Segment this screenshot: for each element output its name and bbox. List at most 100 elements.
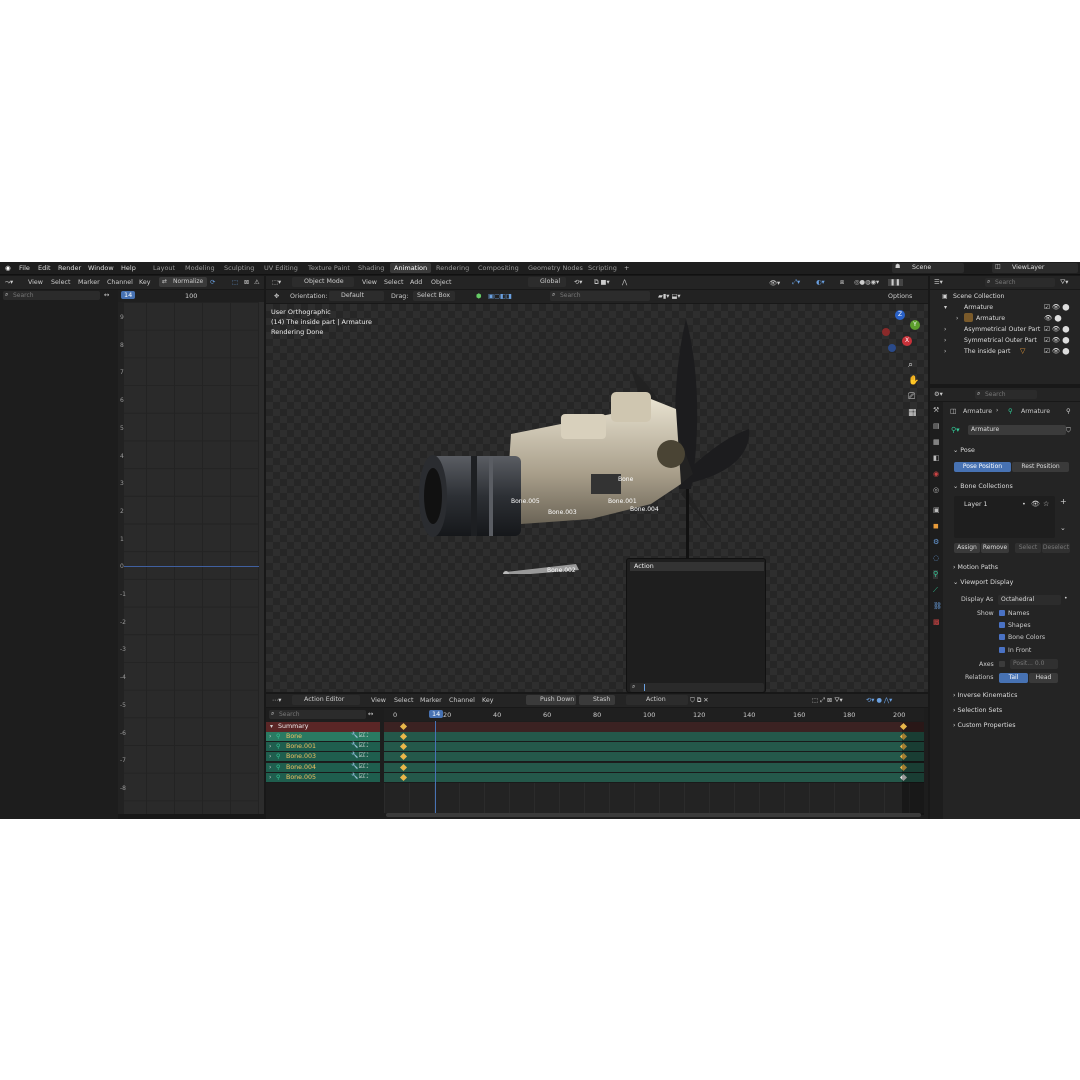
properties-type-icon[interactable]: ⚙▾ [934,391,943,398]
graph-area[interactable] [118,302,260,814]
output-tab-icon[interactable]: ▦ [933,438,940,447]
xray-icon[interactable]: ⧈ [840,279,844,287]
pan-hand-icon[interactable]: ✋ [908,376,919,386]
object-tab-icon[interactable]: ◼ [933,522,939,531]
outliner-filter-icon[interactable]: ⛛▾ [1060,279,1068,287]
expand-icon[interactable]: › [269,753,271,760]
outliner-symmetrical[interactable]: Symmetrical Outer Part [964,337,1037,344]
visibility-icons[interactable]: ☑ 👁 ⬤ [1044,336,1070,344]
navigation-gizmo[interactable]: Z Y X [878,310,924,356]
expand-icon[interactable]: › [269,764,271,771]
graph-menu-marker[interactable]: Marker [78,279,100,286]
outliner-scene-collection[interactable]: Scene Collection [953,293,1004,300]
swap-icon[interactable]: ↔ [104,291,109,299]
pose-position-button[interactable]: Pose Position [954,462,1011,472]
view-layer-tab-icon[interactable]: ◧ [933,454,940,463]
vp-menu-select[interactable]: Select [384,279,403,286]
shading-modes-icon[interactable]: ◎●◍◉▾ [854,279,879,286]
stash-button[interactable]: Stash [579,695,615,705]
editor-mode-dropdown[interactable]: Action Editor [292,695,360,705]
gizmo-toggle-icon[interactable]: ⤢▾ [792,279,800,287]
normalize-toggle[interactable]: ⇄ Normalize [159,277,207,287]
graph-current-frame[interactable]: 14 [121,291,136,299]
tab-modeling[interactable]: Modeling [185,264,215,272]
action-popup[interactable]: Action ⌕ [626,558,766,693]
channel-row[interactable]: › ⚲ Bone.005 🔧☑⛶ [266,772,380,783]
bone-label-bone-004[interactable]: Bone.004 [630,506,659,513]
action-selector[interactable]: Action [626,695,688,705]
tail-button[interactable]: Tail [999,673,1028,683]
bone-label-bone-001[interactable]: Bone.001 [608,498,637,505]
outliner-asymmetrical[interactable]: Asymmetrical Outer Part [964,326,1040,333]
blender-logo-icon[interactable]: ◉ [5,264,11,272]
pose-section-header[interactable]: ⌄ Pose [953,447,975,454]
expand-icon[interactable]: › [944,348,946,355]
tool-tab-icon[interactable]: ⚒ [933,406,939,415]
expand-icon[interactable]: › [269,743,271,750]
axes-position-field[interactable]: Posit... 0.0 [1010,659,1058,669]
menu-help[interactable]: Help [121,264,136,272]
select-button[interactable]: Select [1015,543,1041,553]
axis-x[interactable]: X [902,336,912,346]
channel-row[interactable]: › ⚲ Bone 🔧☑⛶ [266,732,380,742]
pause-icon[interactable]: ❚❚ [888,279,903,286]
expand-icon[interactable]: ▾ [944,304,947,311]
add-workspace-icon[interactable]: + [624,264,629,272]
inverse-kinematics-header[interactable]: › Inverse Kinematics [953,692,1017,699]
display-as-dropdown[interactable]: Octahedral [998,595,1061,605]
axis-y[interactable]: Y [910,320,920,330]
axis-neg-x[interactable] [882,328,890,336]
scene-tab-icon[interactable]: ◉ [933,470,939,479]
channel-row[interactable]: › ⚲ Bone.003 🔧☑⛶ [266,752,380,763]
ds-menu-select[interactable]: Select [394,697,413,704]
ds-menu-channel[interactable]: Channel [449,697,475,704]
filter-icon[interactable]: ⊠ [244,279,249,286]
tab-sculpting[interactable]: Sculpting [224,264,254,272]
drag-dropdown[interactable]: Select Box [413,291,455,301]
ds-snap-icon[interactable]: ⟲▾ ● ⋀▾ [866,697,892,704]
visibility-icons[interactable]: ☑ 👁 ⬤ [1044,303,1070,311]
datablock-name-field[interactable]: Armature [968,425,1066,435]
3d-view-icon[interactable]: ⬚▾ [272,279,281,286]
timeline-empty-area[interactable] [384,783,924,813]
action-tools-icon[interactable]: ⛉ ⧉ ✕ [690,697,709,705]
bone-label-bone[interactable]: Bone [618,476,633,483]
channel-toggle-icons[interactable]: 🔧☑⛶ [351,742,368,750]
tab-animation[interactable]: Animation [390,263,432,273]
object-mode-dropdown[interactable]: Object Mode [292,277,354,287]
tab-geometry-nodes[interactable]: Geometry Nodes [528,264,583,272]
channel-track[interactable] [384,762,924,773]
push-down-button[interactable]: Push Down [526,695,576,705]
axis-neg-z[interactable] [888,344,896,352]
outliner-armature-object[interactable]: Armature [964,304,993,311]
keyframe-dot-icon[interactable]: • [1064,595,1068,602]
proportional-icon[interactable]: ⋀ [622,279,627,286]
tab-layout[interactable]: Layout [153,264,175,272]
world-tab-icon[interactable]: ◎ [933,486,939,495]
swap-icon[interactable]: ↔ [368,710,373,718]
remove-button[interactable]: Remove [981,543,1009,553]
channel-toggle-icons[interactable]: 🔧☑⛶ [351,752,368,760]
constraint-tab-icon[interactable]: ⛓ [933,602,942,611]
collection-tab-icon[interactable]: ▣ [933,506,940,515]
auto-normalize-icon[interactable]: ⟳ [210,279,215,286]
tab-compositing[interactable]: Compositing [478,264,519,272]
select-mode-icons[interactable]: ▣▢◧◨ [488,293,512,300]
channel-track[interactable] [384,742,924,753]
names-checkbox[interactable] [999,610,1005,616]
head-button[interactable]: Head [1029,673,1058,683]
expand-icon[interactable]: › [944,326,946,333]
texture-tab-icon[interactable]: ▩ [933,618,940,627]
pivot-icon[interactable]: ⟲▾ [574,279,582,286]
motion-paths-header[interactable]: › Motion Paths [953,564,998,571]
orientation-dropdown[interactable]: Default [329,291,384,301]
rest-position-button[interactable]: Rest Position [1012,462,1069,472]
physics-tab-icon[interactable]: ◌ [933,554,939,563]
add-collection-icon[interactable]: + [1060,497,1067,506]
collapse-icon[interactable]: ▾ [270,723,273,730]
assign-button[interactable]: Assign [954,543,980,553]
tab-scripting[interactable]: Scripting [588,264,617,272]
summary-row[interactable]: ▾ Summary [266,722,380,732]
bone-label-bone-002[interactable]: Bone.002 [547,567,576,574]
ds-menu-marker[interactable]: Marker [420,697,442,704]
